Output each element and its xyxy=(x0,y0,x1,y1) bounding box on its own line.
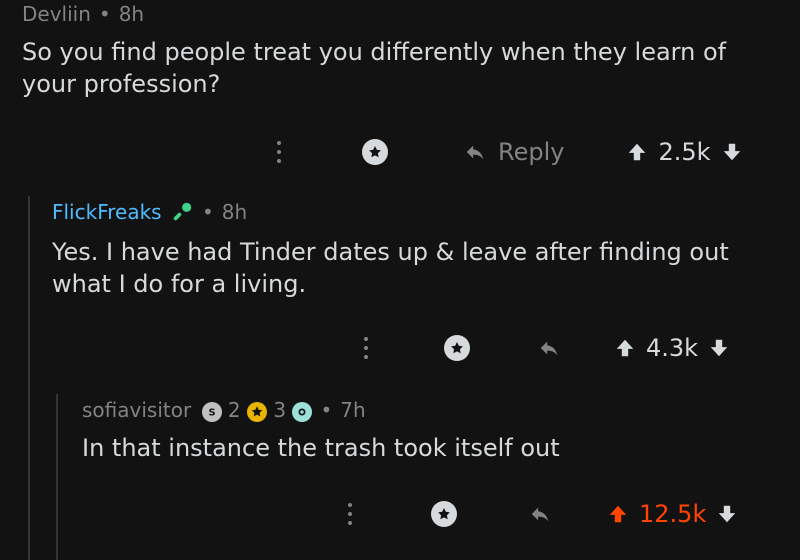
thread-line[interactable] xyxy=(56,394,58,560)
more-options-icon[interactable] xyxy=(347,503,353,525)
comment-2-meta: FlickFreaks • 8h xyxy=(52,200,247,227)
reply-arrow-icon xyxy=(529,503,551,525)
silver-badge-icon: S xyxy=(201,401,222,422)
comment-1-body: So you find people treat you differently… xyxy=(22,38,727,98)
svg-text:S: S xyxy=(208,407,215,418)
comment-3-votes: 12.5k xyxy=(607,500,738,528)
more-options-icon[interactable] xyxy=(363,337,369,359)
meta-separator: • xyxy=(320,398,333,422)
comment-1-meta: Devliin • 8h xyxy=(22,2,144,26)
reply-button[interactable]: Reply xyxy=(464,138,564,166)
comment-2-author[interactable]: FlickFreaks xyxy=(52,200,162,224)
comment-1-author[interactable]: Devliin xyxy=(22,2,91,26)
comment-3-meta: sofiavisitor S 2 3 • 7h xyxy=(82,398,366,422)
comment-2-body: Yes. I have had Tinder dates up & leave … xyxy=(52,238,729,298)
comment-3-time: 7h xyxy=(340,398,366,422)
comment-1-time: 8h xyxy=(118,2,145,26)
comment-2-time: 8h xyxy=(221,200,248,224)
meta-separator: • xyxy=(201,200,214,224)
comment-1-votes: 2.5k xyxy=(626,138,742,166)
reply-arrow-icon xyxy=(464,141,486,163)
downvote-icon[interactable] xyxy=(716,503,738,525)
comment-3-body: In that instance the trash took itself o… xyxy=(82,434,560,462)
downvote-icon[interactable] xyxy=(721,141,743,163)
reply-button[interactable] xyxy=(538,337,560,359)
silver-badge-count: 2 xyxy=(227,398,241,422)
comment-1-score: 2.5k xyxy=(658,138,711,166)
reply-label: Reply xyxy=(498,138,565,166)
comment-2-actions: 4.3k xyxy=(363,326,783,370)
downvote-icon[interactable] xyxy=(708,337,730,359)
gold-badge-count: 3 xyxy=(273,398,287,422)
meta-separator: • xyxy=(98,2,111,26)
cake-badge-icon xyxy=(292,401,313,422)
award-icon[interactable] xyxy=(362,139,388,165)
more-options-icon[interactable] xyxy=(276,141,282,163)
reply-arrow-icon xyxy=(538,337,560,359)
reply-button[interactable] xyxy=(529,503,551,525)
upvote-icon[interactable] xyxy=(626,141,648,163)
comment-2-score: 4.3k xyxy=(646,334,699,362)
comment-3-score: 12.5k xyxy=(639,500,707,528)
comment-2-votes: 4.3k xyxy=(614,334,730,362)
thread-line[interactable] xyxy=(28,196,30,560)
upvote-icon[interactable] xyxy=(607,503,629,525)
award-icon[interactable] xyxy=(444,335,470,361)
comment-1-actions: Reply 2.5k xyxy=(276,130,776,174)
comment-3-author[interactable]: sofiavisitor xyxy=(82,398,191,422)
award-icon[interactable] xyxy=(431,501,457,527)
microphone-icon xyxy=(172,200,194,227)
gold-badge-icon xyxy=(247,401,267,422)
upvote-icon[interactable] xyxy=(614,337,636,359)
comment-3-actions: 12.5k xyxy=(347,492,777,536)
